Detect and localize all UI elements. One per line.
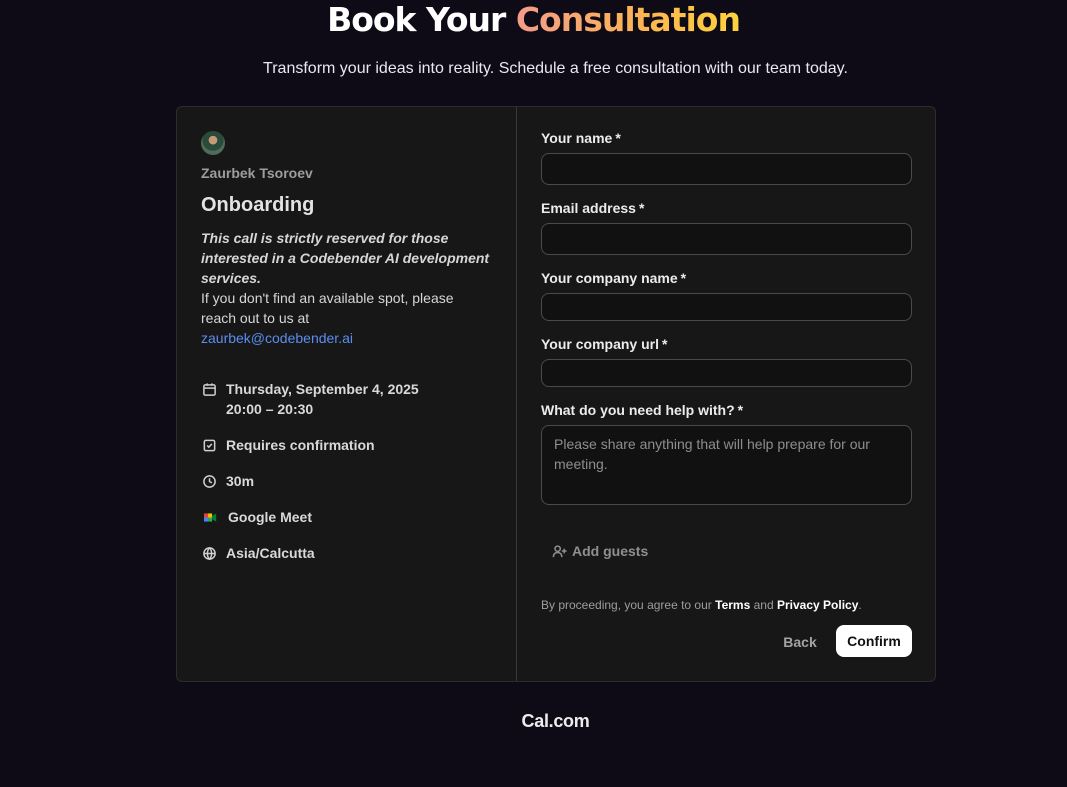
location-text: Google Meet [228,509,313,525]
globe-icon [201,543,217,563]
description-text: If you don't find an available spot, ple… [201,290,454,326]
name-label: Your name * [541,130,621,146]
email-field[interactable] [541,223,912,255]
company-url-field[interactable] [541,359,912,387]
event-description: This call is strictly reserved for those… [201,228,491,348]
name-label-text: Your name [541,130,613,146]
terms-and: and [753,598,774,612]
page-title: Book Your Consultation [0,0,1067,40]
cal-com-logo[interactable]: Cal.com [0,711,1067,732]
required-mark: * [638,200,645,216]
user-plus-icon [552,544,567,557]
event-details-panel: Zaurbek Tsoroev Onboarding This call is … [177,107,517,681]
clock-icon [201,471,217,491]
help-label-text: What do you need help with? [541,402,735,418]
event-date: Thursday, September 4, 2025 [226,381,419,397]
timezone-text: Asia/Calcutta [226,545,315,561]
page-title-plain: Book Your [327,0,506,39]
event-time-range: 20:00 – 20:30 [226,401,314,417]
company-label: Your company name * [541,270,686,286]
back-button[interactable]: Back [775,626,825,658]
timezone-row[interactable]: Asia/Calcutta [201,543,315,563]
location-row: Google Meet [201,507,312,527]
duration-text: 30m [226,473,255,489]
confirm-button[interactable]: Confirm [836,625,912,657]
required-mark: * [661,336,668,352]
terms-notice: By proceeding, you agree to our Terms an… [541,598,862,612]
company-url-label-text: Your company url [541,336,659,352]
page-subtitle: Transform your ideas into reality. Sched… [263,60,848,77]
booking-form: Your name * Email address * Your company n… [517,107,935,681]
duration-row: 30m [201,471,254,491]
privacy-policy-link[interactable]: Privacy Policy [777,598,858,612]
add-guests-button[interactable]: Add guests [552,543,648,559]
confirmation-text: Requires confirmation [226,437,375,453]
email-label-text: Email address [541,200,636,216]
avatar [201,131,225,155]
host-name: Zaurbek Tsoroev [201,165,313,181]
booking-card: Zaurbek Tsoroev Onboarding This call is … [176,106,936,682]
terms-prefix: By proceeding, you agree to our [541,598,712,612]
event-title: Onboarding [201,194,315,216]
page-title-accent: Consultation [515,0,741,39]
help-label: What do you need help with? * [541,402,743,418]
checkbox-icon [201,435,217,455]
help-textarea[interactable] [541,425,912,505]
contact-email-link[interactable]: zaurbek@codebender.ai [201,328,491,348]
email-label: Email address * [541,200,644,216]
event-date-row: Thursday, September 4, 2025 20:00 – 20:3… [201,379,419,419]
confirmation-row: Requires confirmation [201,435,375,455]
google-meet-icon [201,507,219,527]
company-label-text: Your company name [541,270,678,286]
calendar-icon [201,379,217,399]
add-guests-label: Add guests [572,543,649,559]
required-mark: * [737,402,744,418]
terms-suffix: . [858,598,862,612]
description-emphasis: This call is strictly reserved for those… [201,230,490,286]
terms-link[interactable]: Terms [715,598,750,612]
required-mark: * [615,130,621,146]
company-name-field[interactable] [541,293,912,321]
required-mark: * [680,270,687,286]
event-date-text: Thursday, September 4, 2025 20:00 – 20:3… [226,379,419,419]
name-field[interactable] [541,153,912,185]
company-url-label: Your company url * [541,336,667,352]
